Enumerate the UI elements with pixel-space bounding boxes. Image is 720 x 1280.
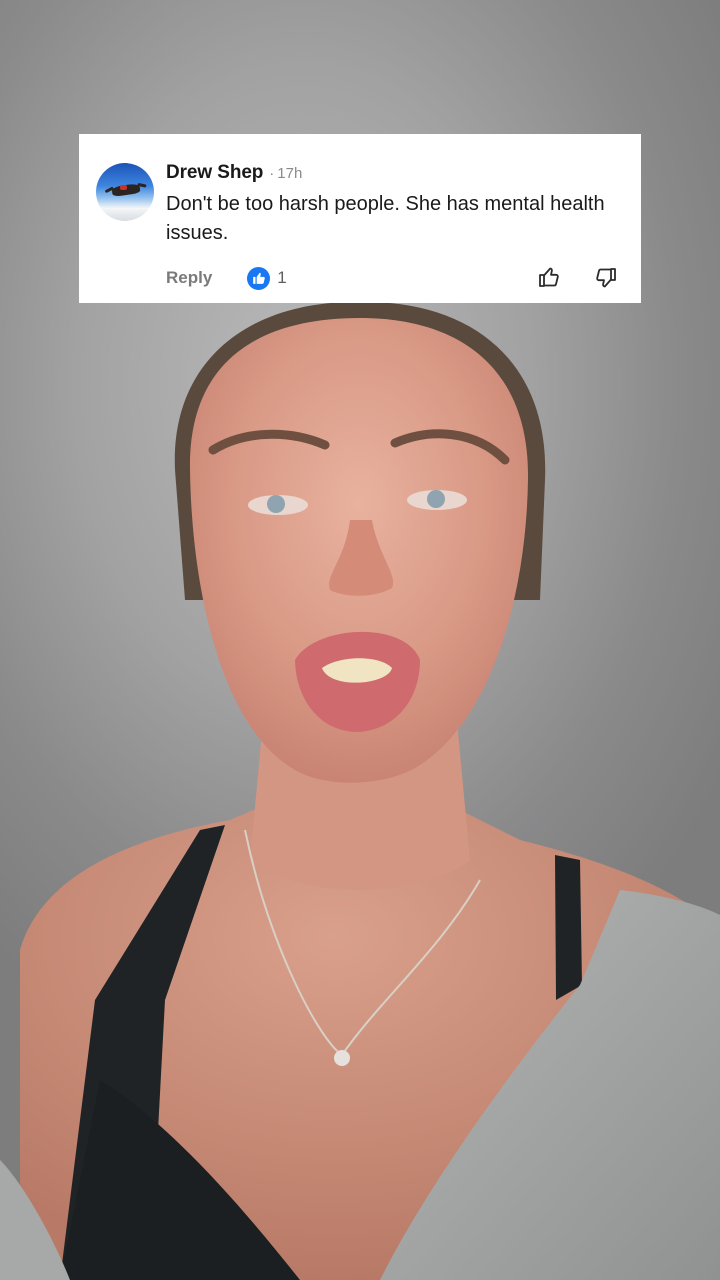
comment-header: Drew Shep · 17h [166, 162, 302, 184]
avatar[interactable] [96, 163, 154, 221]
comment-actions: Reply 1 [166, 266, 287, 290]
reply-button[interactable]: Reply [166, 268, 212, 288]
like-button[interactable] [536, 264, 562, 290]
thumbs-down-outline-icon [596, 268, 616, 288]
reaction-count: 1 [277, 268, 287, 287]
comment-timestamp: 17h [277, 165, 303, 182]
comment-card: Drew Shep · 17h Don't be too harsh peopl… [79, 134, 641, 303]
comment-text: Don't be too harsh people. She has menta… [166, 193, 605, 244]
skydiver-jacket [120, 185, 127, 190]
comment-author[interactable]: Drew Shep [166, 162, 263, 184]
header-separator: · [269, 165, 275, 182]
thumbs-up-outline-icon [539, 267, 559, 287]
dislike-button[interactable] [593, 265, 619, 291]
thumbs-up-icon [247, 266, 271, 290]
